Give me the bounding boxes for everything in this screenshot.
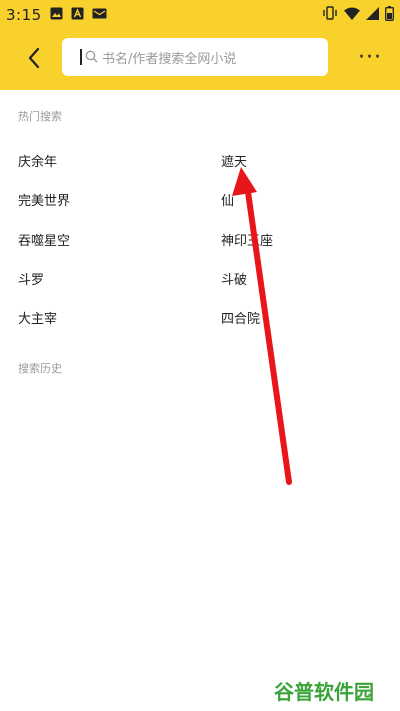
hot-item-zhetian[interactable]: 遮天: [221, 151, 247, 170]
hot-item-doupo[interactable]: 斗破: [221, 269, 247, 288]
mail-icon: [92, 7, 107, 23]
gallery-icon: [50, 7, 63, 24]
watermark-text: 谷普软件园: [274, 680, 374, 704]
search-bar-row: 书名/作者搜索全网小说 ···: [0, 34, 400, 80]
search-input[interactable]: 书名/作者搜索全网小说: [62, 38, 328, 76]
hot-item-douluo[interactable]: 斗罗: [18, 269, 44, 288]
more-options-button[interactable]: ···: [350, 42, 390, 72]
a-app-icon: [71, 7, 84, 24]
annotation-arrow: [232, 167, 292, 485]
hot-item-xian[interactable]: 仙: [221, 190, 234, 209]
status-time: 3:15: [6, 6, 42, 24]
hot-item-shenyinwangzuo[interactable]: 神印王座: [221, 230, 273, 249]
hot-search-title: 热门搜索: [18, 110, 62, 123]
battery-icon: [385, 5, 394, 25]
cellular-signal-icon: [366, 6, 379, 24]
hot-item-dazhuzai[interactable]: 大主宰: [18, 308, 57, 327]
hot-item-qingyunian[interactable]: 庆余年: [18, 151, 57, 170]
chevron-left-icon: [28, 47, 40, 69]
vibrate-icon: [322, 6, 338, 24]
hot-item-wanmeishijie[interactable]: 完美世界: [18, 190, 70, 209]
hot-item-tunshixingkong[interactable]: 吞噬星空: [18, 230, 70, 249]
search-history-title: 搜索历史: [18, 362, 62, 375]
search-icon: [85, 48, 98, 67]
text-cursor: [80, 49, 82, 65]
wifi-icon: [344, 7, 360, 24]
search-placeholder: 书名/作者搜索全网小说: [102, 51, 237, 67]
back-button[interactable]: [16, 40, 52, 76]
hot-item-siheyuan[interactable]: 四合院: [221, 308, 260, 327]
app-header: 3:15 书名/作者搜索全网小说 ···: [0, 0, 400, 90]
status-bar: 3:15: [0, 0, 400, 30]
